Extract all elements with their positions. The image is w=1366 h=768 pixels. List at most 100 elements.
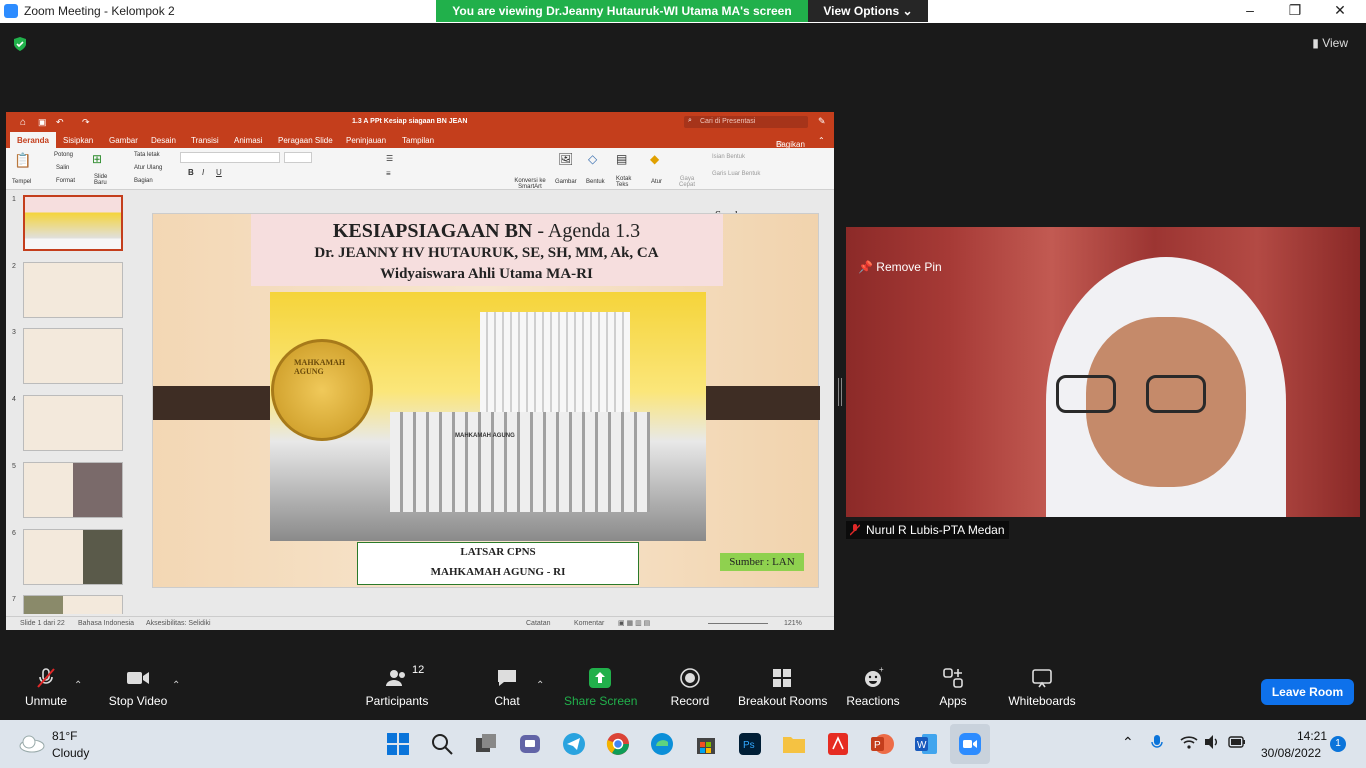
security-shield-icon[interactable] — [12, 36, 28, 52]
share-screen-label: Share Screen — [564, 694, 638, 708]
view-modes-icon: ▣ ▦ ▥ ▤ — [618, 620, 651, 627]
svg-text:W: W — [917, 740, 927, 751]
collapse-ribbon-icon: ⌃ — [818, 136, 825, 145]
task-view-icon[interactable] — [474, 732, 498, 756]
shared-screen: ⌂ ▣ ↶ ↷ 1.3 A PPt Kesiap siagaan BN JEAN… — [6, 112, 834, 630]
file-explorer-icon[interactable] — [782, 732, 806, 756]
ribbon-atur: Atur — [651, 179, 663, 185]
word-icon[interactable]: W — [914, 732, 938, 756]
view-button[interactable]: ▮ View — [1312, 36, 1348, 50]
chevron-down-icon: ⌄ — [902, 4, 913, 18]
ribbon-gambar: Gambar — [555, 179, 577, 185]
battery-icon[interactable] — [1228, 735, 1246, 749]
seal-text: MAHKAMAH AGUNG — [294, 358, 346, 376]
weather-condition[interactable]: Cloudy — [52, 746, 89, 760]
chat-options-chevron-icon[interactable]: ⌃ — [536, 680, 544, 691]
participants-button[interactable]: 12 Participants — [364, 664, 430, 708]
participant-name-badge: Nurul R Lubis-PTA Medan — [846, 521, 1009, 539]
close-icon[interactable]: ✕ — [1328, 2, 1352, 19]
microsoft-store-icon[interactable] — [694, 732, 718, 756]
weather-temp[interactable]: 81°F — [52, 729, 77, 743]
view-options-label: View Options — [823, 4, 900, 18]
sumber-badge: Sumber : LAN — [720, 553, 804, 571]
status-notes: Catatan — [526, 620, 551, 627]
participant-name: Nurul R Lubis-PTA Medan — [866, 523, 1005, 537]
slide-thumbnail — [23, 529, 123, 585]
ribbon-potong: Potong — [54, 152, 74, 158]
view-grid-icon: ▮ — [1312, 36, 1319, 50]
ribbon-bentuk: Bentuk — [586, 179, 605, 185]
ppt-doc-title: 1.3 A PPt Kesiap siagaan BN JEAN — [352, 118, 468, 125]
title-bar: Zoom Meeting - Kelompok 2 You are viewin… — [0, 0, 1366, 23]
muted-mic-icon — [850, 524, 860, 536]
slide-thumbnail — [23, 195, 123, 251]
cloud-weather-icon — [19, 735, 45, 753]
share-screen-button[interactable]: Share Screen — [564, 666, 638, 708]
chrome-icon[interactable] — [606, 732, 630, 756]
svg-text:+: + — [879, 666, 884, 674]
ribbon-atur-ulang: Atur Ulang — [134, 165, 163, 171]
notification-badge[interactable]: 1 — [1330, 736, 1346, 752]
powerpoint-icon[interactable]: P — [870, 732, 894, 756]
ppt-tab-transisi: Transisi — [191, 136, 219, 145]
latsar-label: LATSAR CPNS — [460, 546, 536, 558]
wifi-icon[interactable] — [1180, 734, 1198, 750]
splitter-handle[interactable] — [838, 378, 842, 406]
meeting-controls: Unmute ⌃ Stop Video ⌃ 12 Participants Ch… — [0, 660, 1366, 720]
clock-date[interactable]: 30/08/2022 — [1261, 746, 1321, 760]
zoom-logo-icon — [4, 4, 18, 18]
show-hidden-icons-icon[interactable]: ⌃ — [1122, 734, 1134, 751]
slide-author: Dr. JEANNY HV HUTAURUK, SE, SH, MM, Ak, … — [314, 245, 659, 261]
zoom-taskbar-active[interactable] — [950, 724, 990, 764]
shapes-icon: ◇ — [588, 152, 598, 166]
windows-start-icon[interactable] — [386, 732, 410, 756]
unmute-button[interactable]: Unmute — [18, 666, 74, 708]
glasses-right — [1146, 375, 1206, 413]
status-zoom: 121% — [784, 620, 802, 627]
video-options-chevron-icon[interactable]: ⌃ — [172, 680, 180, 691]
photoshop-icon[interactable]: Ps — [738, 732, 762, 756]
edge-icon[interactable] — [650, 732, 674, 756]
teams-chat-icon[interactable] — [518, 732, 542, 756]
leave-room-button[interactable]: Leave Room — [1261, 679, 1354, 705]
thumb-number: 5 — [12, 463, 16, 470]
audio-options-chevron-icon[interactable]: ⌃ — [74, 680, 82, 691]
building-sign: MAHKAMAH AGUNG — [455, 433, 515, 439]
telegram-icon[interactable] — [562, 732, 586, 756]
status-slide: Slide 1 dari 22 — [20, 620, 65, 627]
stop-video-button[interactable]: Stop Video — [106, 666, 170, 708]
align-icon: ≡ — [386, 169, 391, 178]
search-icon: ⌕ — [688, 117, 692, 124]
reactions-label: Reactions — [846, 694, 900, 708]
stop-video-label: Stop Video — [108, 694, 168, 708]
arrange-icon: ◆ — [650, 152, 660, 166]
slide-title-bold: KESIAPSIAGAAN BN — [332, 220, 533, 242]
remove-pin-button[interactable]: 📌 Remove Pin — [858, 260, 942, 274]
ppt-title-bar: ⌂ ▣ ↶ ↷ 1.3 A PPt Kesiap siagaan BN JEAN… — [6, 112, 834, 132]
search-icon[interactable] — [430, 732, 454, 756]
acrobat-icon[interactable] — [826, 732, 850, 756]
minimize-icon[interactable]: – — [1238, 2, 1262, 18]
chat-button[interactable]: Chat — [488, 666, 526, 708]
apps-button[interactable]: Apps — [934, 666, 972, 708]
viewing-banner: You are viewing Dr.Jeanny Hutauruk-WI Ut… — [436, 0, 808, 22]
slide-thumbnail — [23, 328, 123, 384]
ribbon-slide-baru: Slide Baru — [94, 174, 108, 186]
chat-label: Chat — [494, 694, 520, 708]
slide-thumbnail — [23, 395, 123, 451]
view-options-button[interactable]: View Options ⌄ — [808, 0, 928, 22]
record-button[interactable]: Record — [668, 666, 712, 708]
whiteboards-button[interactable]: Whiteboards — [1006, 666, 1078, 708]
clock-time[interactable]: 14:21 — [1297, 729, 1327, 743]
record-label: Record — [670, 694, 710, 708]
participants-label: Participants — [365, 694, 429, 708]
speaker-icon[interactable] — [1204, 734, 1220, 750]
reactions-button[interactable]: + Reactions — [846, 666, 900, 708]
ribbon-tempel: Tempel — [12, 179, 32, 185]
thumb-number: 3 — [12, 329, 16, 336]
restore-icon[interactable]: ❐ — [1283, 2, 1307, 19]
microphone-icon[interactable] — [1150, 734, 1164, 752]
ribbon-salin: Salin — [56, 165, 70, 171]
breakout-rooms-button[interactable]: Breakout Rooms — [738, 666, 827, 708]
ppt-tab-gambar: Gambar — [109, 136, 138, 145]
